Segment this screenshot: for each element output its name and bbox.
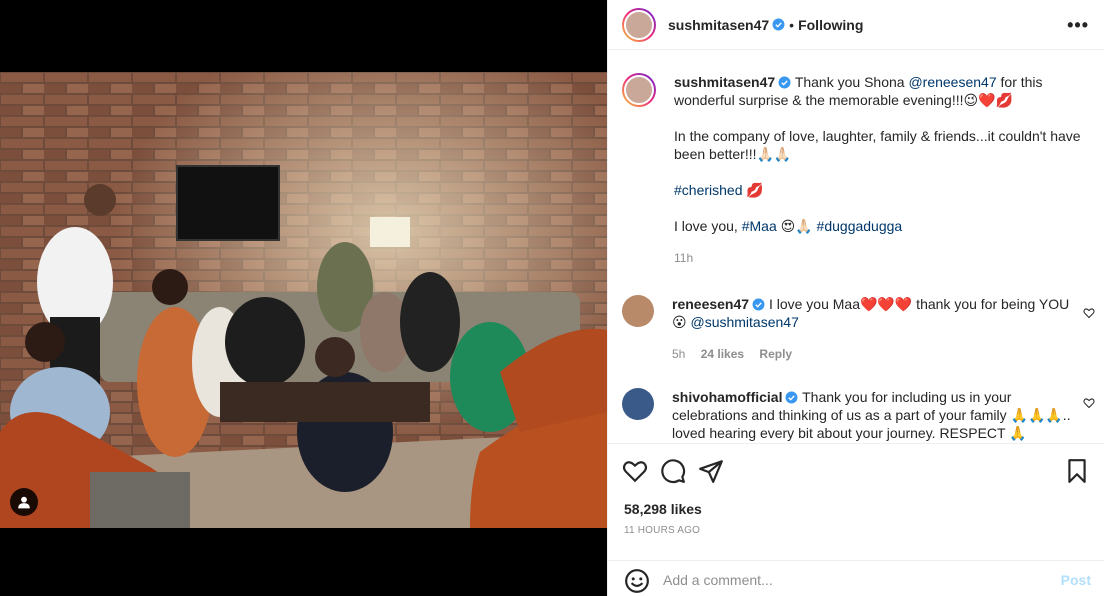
- avatar[interactable]: [622, 7, 656, 42]
- comment-username[interactable]: shivohamofficial: [672, 389, 782, 405]
- bookmark-icon[interactable]: [1064, 458, 1090, 484]
- likes-count[interactable]: 58,298 likes: [624, 501, 702, 517]
- hashtag-link[interactable]: #duggadugga: [817, 218, 903, 234]
- comment-time: 5h: [672, 347, 686, 361]
- comments-list[interactable]: sushmitasen47 Thank you Shona @reneesen4…: [608, 51, 1104, 443]
- comment-icon[interactable]: [660, 458, 686, 484]
- caption-text: 💋: [742, 182, 764, 198]
- group-photo-image: [0, 72, 607, 528]
- caption-time: 11h: [674, 251, 694, 265]
- reply-button[interactable]: Reply: [759, 347, 792, 361]
- caption-text: 😍🙏🏻: [776, 218, 817, 234]
- comment-username[interactable]: reneesen47: [672, 296, 749, 312]
- caption-text: I love you,: [674, 218, 742, 234]
- post-media: [0, 0, 607, 596]
- caption-text: Thank you Shona: [794, 74, 909, 90]
- heart-icon[interactable]: [1083, 307, 1095, 319]
- comment-item: shivohamofficial Thank you for including…: [622, 388, 1072, 442]
- caption: sushmitasen47 Thank you Shona @reneesen4…: [622, 73, 1094, 267]
- comment-input[interactable]: [663, 569, 1043, 591]
- verified-icon: [786, 391, 798, 404]
- add-comment-bar: Post: [608, 560, 1104, 596]
- heart-icon[interactable]: [622, 458, 648, 484]
- verified-icon: [772, 18, 785, 31]
- avatar[interactable]: [622, 388, 654, 420]
- header-username[interactable]: sushmitasen47: [668, 17, 769, 33]
- mention-link[interactable]: @reneesen47: [908, 74, 996, 90]
- hashtag-link[interactable]: #Maa: [742, 218, 777, 234]
- hashtag-link[interactable]: #cherished: [674, 182, 743, 198]
- mention-link[interactable]: @sushmitasen47: [690, 314, 798, 330]
- avatar[interactable]: [622, 73, 656, 107]
- verified-icon: [752, 298, 765, 311]
- tag-user-button[interactable]: [10, 488, 38, 516]
- caption-paragraph: In the company of love, laughter, family…: [674, 128, 1081, 162]
- comment-meta: 5h 24 likes Reply: [672, 345, 1072, 363]
- verified-icon: [778, 76, 791, 89]
- share-icon[interactable]: [698, 458, 724, 484]
- separator: •: [789, 16, 795, 33]
- post-actions: 58,298 likes 11 HOURS AGO: [608, 443, 1104, 549]
- avatar[interactable]: [622, 295, 654, 327]
- comment-likes[interactable]: 24 likes: [701, 347, 744, 361]
- emoji-icon[interactable]: [624, 568, 650, 594]
- post-photo[interactable]: [0, 72, 607, 528]
- post-button[interactable]: Post: [1061, 572, 1091, 588]
- caption-username[interactable]: sushmitasen47: [674, 74, 775, 90]
- following-button[interactable]: Following: [798, 17, 863, 33]
- post-panel: sushmitasen47 • Following ••• sushmitase…: [607, 0, 1104, 596]
- post-timestamp[interactable]: 11 HOURS AGO: [624, 525, 700, 536]
- heart-icon[interactable]: [1083, 397, 1095, 409]
- post-header: sushmitasen47 • Following •••: [608, 0, 1104, 50]
- tag-user-icon: [18, 496, 30, 509]
- more-options-icon[interactable]: •••: [1067, 15, 1089, 36]
- comment-item: reneesen47 I love you Maa❤️❤️❤️ thank yo…: [622, 295, 1072, 363]
